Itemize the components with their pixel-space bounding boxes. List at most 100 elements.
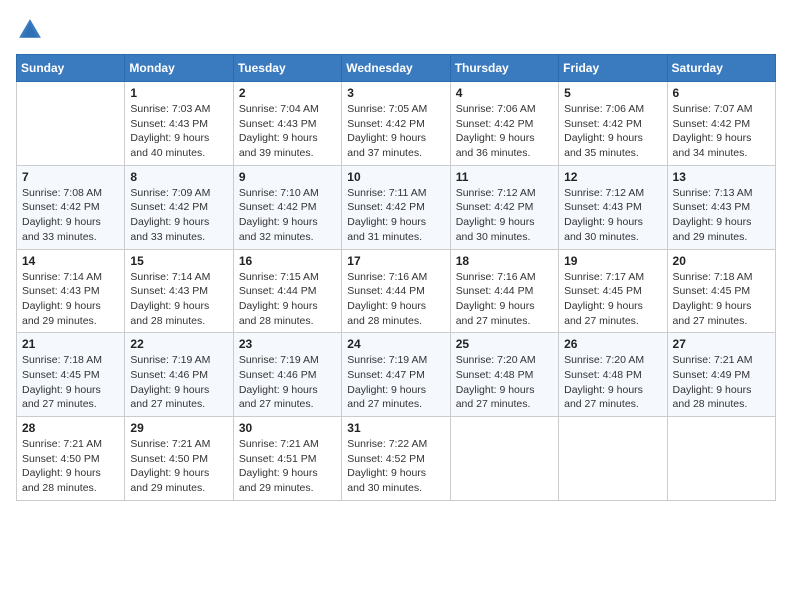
calendar-cell: 14 Sunrise: 7:14 AM Sunset: 4:43 PM Dayl… <box>17 249 125 333</box>
day-info: Sunrise: 7:21 AM Sunset: 4:50 PM Dayligh… <box>130 437 227 496</box>
header-cell-saturday: Saturday <box>667 55 775 82</box>
daylight: Daylight: 9 hours and 27 minutes. <box>564 299 661 328</box>
calendar-cell: 19 Sunrise: 7:17 AM Sunset: 4:45 PM Dayl… <box>559 249 667 333</box>
daylight: Daylight: 9 hours and 31 minutes. <box>347 215 444 244</box>
day-info: Sunrise: 7:08 AM Sunset: 4:42 PM Dayligh… <box>22 186 119 245</box>
sunrise: Sunrise: 7:13 AM <box>673 186 770 201</box>
daylight: Daylight: 9 hours and 33 minutes. <box>22 215 119 244</box>
sunset: Sunset: 4:43 PM <box>130 284 227 299</box>
calendar-cell: 3 Sunrise: 7:05 AM Sunset: 4:42 PM Dayli… <box>342 82 450 166</box>
daylight: Daylight: 9 hours and 27 minutes. <box>456 383 553 412</box>
calendar-cell: 30 Sunrise: 7:21 AM Sunset: 4:51 PM Dayl… <box>233 417 341 501</box>
sunrise: Sunrise: 7:11 AM <box>347 186 444 201</box>
daylight: Daylight: 9 hours and 27 minutes. <box>22 383 119 412</box>
calendar-cell: 16 Sunrise: 7:15 AM Sunset: 4:44 PM Dayl… <box>233 249 341 333</box>
day-info: Sunrise: 7:20 AM Sunset: 4:48 PM Dayligh… <box>456 353 553 412</box>
day-number: 27 <box>673 337 770 351</box>
header-cell-wednesday: Wednesday <box>342 55 450 82</box>
daylight: Daylight: 9 hours and 28 minutes. <box>673 383 770 412</box>
day-number: 12 <box>564 170 661 184</box>
header-cell-monday: Monday <box>125 55 233 82</box>
header-cell-tuesday: Tuesday <box>233 55 341 82</box>
daylight: Daylight: 9 hours and 33 minutes. <box>130 215 227 244</box>
calendar-cell: 1 Sunrise: 7:03 AM Sunset: 4:43 PM Dayli… <box>125 82 233 166</box>
sunset: Sunset: 4:42 PM <box>456 200 553 215</box>
sunset: Sunset: 4:42 PM <box>347 117 444 132</box>
daylight: Daylight: 9 hours and 34 minutes. <box>673 131 770 160</box>
day-info: Sunrise: 7:09 AM Sunset: 4:42 PM Dayligh… <box>130 186 227 245</box>
day-number: 15 <box>130 254 227 268</box>
sunrise: Sunrise: 7:18 AM <box>673 270 770 285</box>
day-info: Sunrise: 7:13 AM Sunset: 4:43 PM Dayligh… <box>673 186 770 245</box>
daylight: Daylight: 9 hours and 30 minutes. <box>564 215 661 244</box>
day-info: Sunrise: 7:12 AM Sunset: 4:43 PM Dayligh… <box>564 186 661 245</box>
day-info: Sunrise: 7:18 AM Sunset: 4:45 PM Dayligh… <box>673 270 770 329</box>
calendar-cell: 20 Sunrise: 7:18 AM Sunset: 4:45 PM Dayl… <box>667 249 775 333</box>
sunset: Sunset: 4:43 PM <box>239 117 336 132</box>
calendar-cell: 23 Sunrise: 7:19 AM Sunset: 4:46 PM Dayl… <box>233 333 341 417</box>
sunset: Sunset: 4:42 PM <box>239 200 336 215</box>
daylight: Daylight: 9 hours and 32 minutes. <box>239 215 336 244</box>
day-number: 16 <box>239 254 336 268</box>
daylight: Daylight: 9 hours and 30 minutes. <box>456 215 553 244</box>
sunset: Sunset: 4:42 PM <box>564 117 661 132</box>
header-row: SundayMondayTuesdayWednesdayThursdayFrid… <box>17 55 776 82</box>
sunrise: Sunrise: 7:16 AM <box>347 270 444 285</box>
sunrise: Sunrise: 7:08 AM <box>22 186 119 201</box>
daylight: Daylight: 9 hours and 28 minutes. <box>239 299 336 328</box>
calendar-cell: 10 Sunrise: 7:11 AM Sunset: 4:42 PM Dayl… <box>342 165 450 249</box>
sunrise: Sunrise: 7:12 AM <box>456 186 553 201</box>
daylight: Daylight: 9 hours and 28 minutes. <box>22 466 119 495</box>
day-number: 31 <box>347 421 444 435</box>
daylight: Daylight: 9 hours and 36 minutes. <box>456 131 553 160</box>
sunset: Sunset: 4:50 PM <box>22 452 119 467</box>
sunset: Sunset: 4:47 PM <box>347 368 444 383</box>
sunrise: Sunrise: 7:14 AM <box>22 270 119 285</box>
page-header <box>16 16 776 44</box>
sunrise: Sunrise: 7:16 AM <box>456 270 553 285</box>
daylight: Daylight: 9 hours and 29 minutes. <box>673 215 770 244</box>
daylight: Daylight: 9 hours and 27 minutes. <box>673 299 770 328</box>
calendar-cell: 2 Sunrise: 7:04 AM Sunset: 4:43 PM Dayli… <box>233 82 341 166</box>
day-info: Sunrise: 7:03 AM Sunset: 4:43 PM Dayligh… <box>130 102 227 161</box>
calendar-body: 1 Sunrise: 7:03 AM Sunset: 4:43 PM Dayli… <box>17 82 776 501</box>
sunset: Sunset: 4:50 PM <box>130 452 227 467</box>
day-info: Sunrise: 7:15 AM Sunset: 4:44 PM Dayligh… <box>239 270 336 329</box>
sunrise: Sunrise: 7:14 AM <box>130 270 227 285</box>
day-info: Sunrise: 7:11 AM Sunset: 4:42 PM Dayligh… <box>347 186 444 245</box>
sunset: Sunset: 4:42 PM <box>456 117 553 132</box>
sunrise: Sunrise: 7:05 AM <box>347 102 444 117</box>
daylight: Daylight: 9 hours and 29 minutes. <box>22 299 119 328</box>
day-info: Sunrise: 7:06 AM Sunset: 4:42 PM Dayligh… <box>456 102 553 161</box>
day-number: 5 <box>564 86 661 100</box>
sunrise: Sunrise: 7:21 AM <box>22 437 119 452</box>
sunset: Sunset: 4:44 PM <box>347 284 444 299</box>
day-number: 30 <box>239 421 336 435</box>
sunrise: Sunrise: 7:03 AM <box>130 102 227 117</box>
sunset: Sunset: 4:48 PM <box>564 368 661 383</box>
daylight: Daylight: 9 hours and 27 minutes. <box>347 383 444 412</box>
day-info: Sunrise: 7:19 AM Sunset: 4:46 PM Dayligh… <box>239 353 336 412</box>
day-info: Sunrise: 7:07 AM Sunset: 4:42 PM Dayligh… <box>673 102 770 161</box>
logo <box>16 16 48 44</box>
daylight: Daylight: 9 hours and 29 minutes. <box>130 466 227 495</box>
sunset: Sunset: 4:43 PM <box>564 200 661 215</box>
calendar-cell: 12 Sunrise: 7:12 AM Sunset: 4:43 PM Dayl… <box>559 165 667 249</box>
calendar-cell: 4 Sunrise: 7:06 AM Sunset: 4:42 PM Dayli… <box>450 82 558 166</box>
daylight: Daylight: 9 hours and 27 minutes. <box>239 383 336 412</box>
day-number: 10 <box>347 170 444 184</box>
day-number: 9 <box>239 170 336 184</box>
sunrise: Sunrise: 7:21 AM <box>130 437 227 452</box>
daylight: Daylight: 9 hours and 27 minutes. <box>564 383 661 412</box>
sunset: Sunset: 4:45 PM <box>673 284 770 299</box>
day-number: 19 <box>564 254 661 268</box>
sunset: Sunset: 4:51 PM <box>239 452 336 467</box>
header-cell-thursday: Thursday <box>450 55 558 82</box>
day-info: Sunrise: 7:06 AM Sunset: 4:42 PM Dayligh… <box>564 102 661 161</box>
sunrise: Sunrise: 7:17 AM <box>564 270 661 285</box>
calendar-cell: 29 Sunrise: 7:21 AM Sunset: 4:50 PM Dayl… <box>125 417 233 501</box>
sunset: Sunset: 4:46 PM <box>130 368 227 383</box>
day-info: Sunrise: 7:04 AM Sunset: 4:43 PM Dayligh… <box>239 102 336 161</box>
calendar-week-4: 28 Sunrise: 7:21 AM Sunset: 4:50 PM Dayl… <box>17 417 776 501</box>
daylight: Daylight: 9 hours and 37 minutes. <box>347 131 444 160</box>
